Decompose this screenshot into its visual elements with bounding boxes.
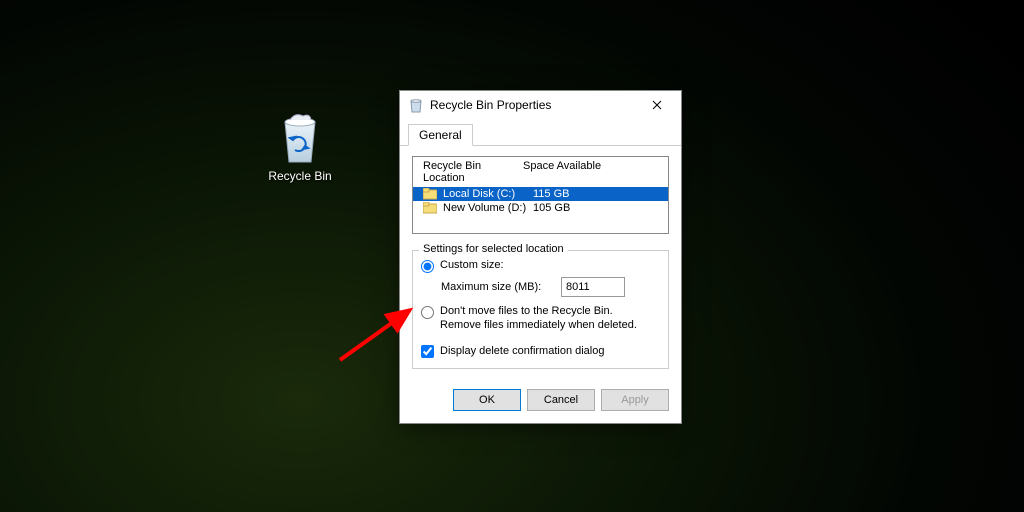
close-icon (652, 100, 662, 110)
settings-group: Settings for selected location Custom si… (412, 250, 669, 369)
location-name: New Volume (D:) (443, 202, 533, 214)
radio-dont-move[interactable] (421, 306, 434, 319)
cancel-button[interactable]: Cancel (527, 389, 595, 411)
location-row[interactable]: New Volume (D:) 105 GB (413, 201, 668, 215)
location-row[interactable]: Local Disk (C:) 115 GB (413, 187, 668, 201)
location-name: Local Disk (C:) (443, 188, 533, 200)
drive-icon (423, 188, 437, 200)
col-space: Space Available (523, 160, 601, 184)
tab-general[interactable]: General (408, 124, 473, 146)
desktop-icon-label: Recycle Bin (260, 169, 340, 183)
confirm-checkbox[interactable] (421, 345, 434, 358)
confirm-checkbox-row[interactable]: Display delete confirmation dialog (421, 345, 660, 358)
titlebar[interactable]: Recycle Bin Properties (400, 91, 681, 119)
location-space: 105 GB (533, 202, 570, 214)
close-button[interactable] (637, 91, 677, 119)
location-header: Recycle Bin Location Space Available (413, 157, 668, 187)
button-bar: OK Cancel Apply (400, 379, 681, 423)
recycle-bin-properties-dialog: Recycle Bin Properties General Recycle B… (399, 90, 682, 424)
confirm-label: Display delete confirmation dialog (440, 345, 604, 357)
max-size-label: Maximum size (MB): (441, 281, 561, 293)
ok-button[interactable]: OK (453, 389, 521, 411)
apply-button[interactable]: Apply (601, 389, 669, 411)
recycle-bin-small-icon (408, 97, 424, 113)
location-space: 115 GB (533, 188, 570, 200)
settings-legend: Settings for selected location (419, 243, 568, 255)
dialog-title: Recycle Bin Properties (430, 98, 637, 112)
location-listbox[interactable]: Recycle Bin Location Space Available Loc… (412, 156, 669, 234)
col-location: Recycle Bin Location (423, 160, 523, 184)
radio-dont-move-row[interactable]: Don't move files to the Recycle Bin. Rem… (421, 305, 660, 333)
max-size-input[interactable] (561, 277, 625, 297)
drive-icon (423, 202, 437, 214)
radio-custom-size-row[interactable]: Custom size: (421, 259, 660, 273)
recycle-bin-icon (275, 110, 325, 165)
radio-dont-move-label: Don't move files to the Recycle Bin. Rem… (440, 305, 640, 333)
tab-strip: General (400, 119, 681, 146)
max-size-row: Maximum size (MB): (441, 277, 660, 297)
radio-custom-size-label: Custom size: (440, 259, 504, 271)
radio-custom-size[interactable] (421, 260, 434, 273)
desktop-recycle-bin[interactable]: Recycle Bin (260, 110, 340, 183)
